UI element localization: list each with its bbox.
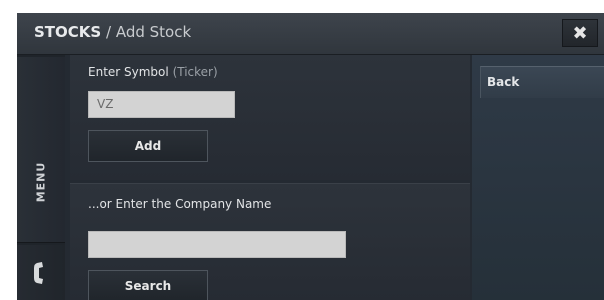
symbol-input[interactable]: VZ <box>88 91 235 118</box>
company-label: ...or Enter the Company Name <box>88 197 272 211</box>
right-panel: Back <box>472 55 604 300</box>
menu-tab[interactable]: MENU <box>17 57 65 243</box>
stocks-add-stock-screen: STOCKS / Add Stock ✖ MENU Enter Symbol (… <box>17 13 604 300</box>
page-title: STOCKS / Add Stock <box>34 23 191 41</box>
search-button[interactable]: Search <box>88 270 208 300</box>
symbol-label-text: Enter Symbol <box>88 65 169 79</box>
phone-tab[interactable] <box>17 245 65 300</box>
symbol-label-hint: (Ticker) <box>172 65 218 79</box>
title-bar: STOCKS / Add Stock ✖ <box>17 13 604 55</box>
title-separator: / <box>101 23 116 41</box>
main-panel: Enter Symbol (Ticker) VZ Add ...or Enter… <box>70 55 470 300</box>
close-button[interactable]: ✖ <box>562 19 598 47</box>
symbol-section: Enter Symbol (Ticker) VZ Add <box>70 55 470 180</box>
company-name-input[interactable] <box>88 231 346 258</box>
company-section: ...or Enter the Company Name Search <box>70 183 470 300</box>
app-name: STOCKS <box>34 23 102 41</box>
phone-icon <box>34 262 43 284</box>
symbol-label: Enter Symbol (Ticker) <box>88 65 218 79</box>
page-name: Add Stock <box>115 23 192 41</box>
menu-label: MENU <box>34 161 48 203</box>
close-icon: ✖ <box>572 22 588 44</box>
back-button[interactable]: Back <box>480 66 604 98</box>
left-rail: MENU <box>17 55 65 300</box>
add-button[interactable]: Add <box>88 130 208 162</box>
